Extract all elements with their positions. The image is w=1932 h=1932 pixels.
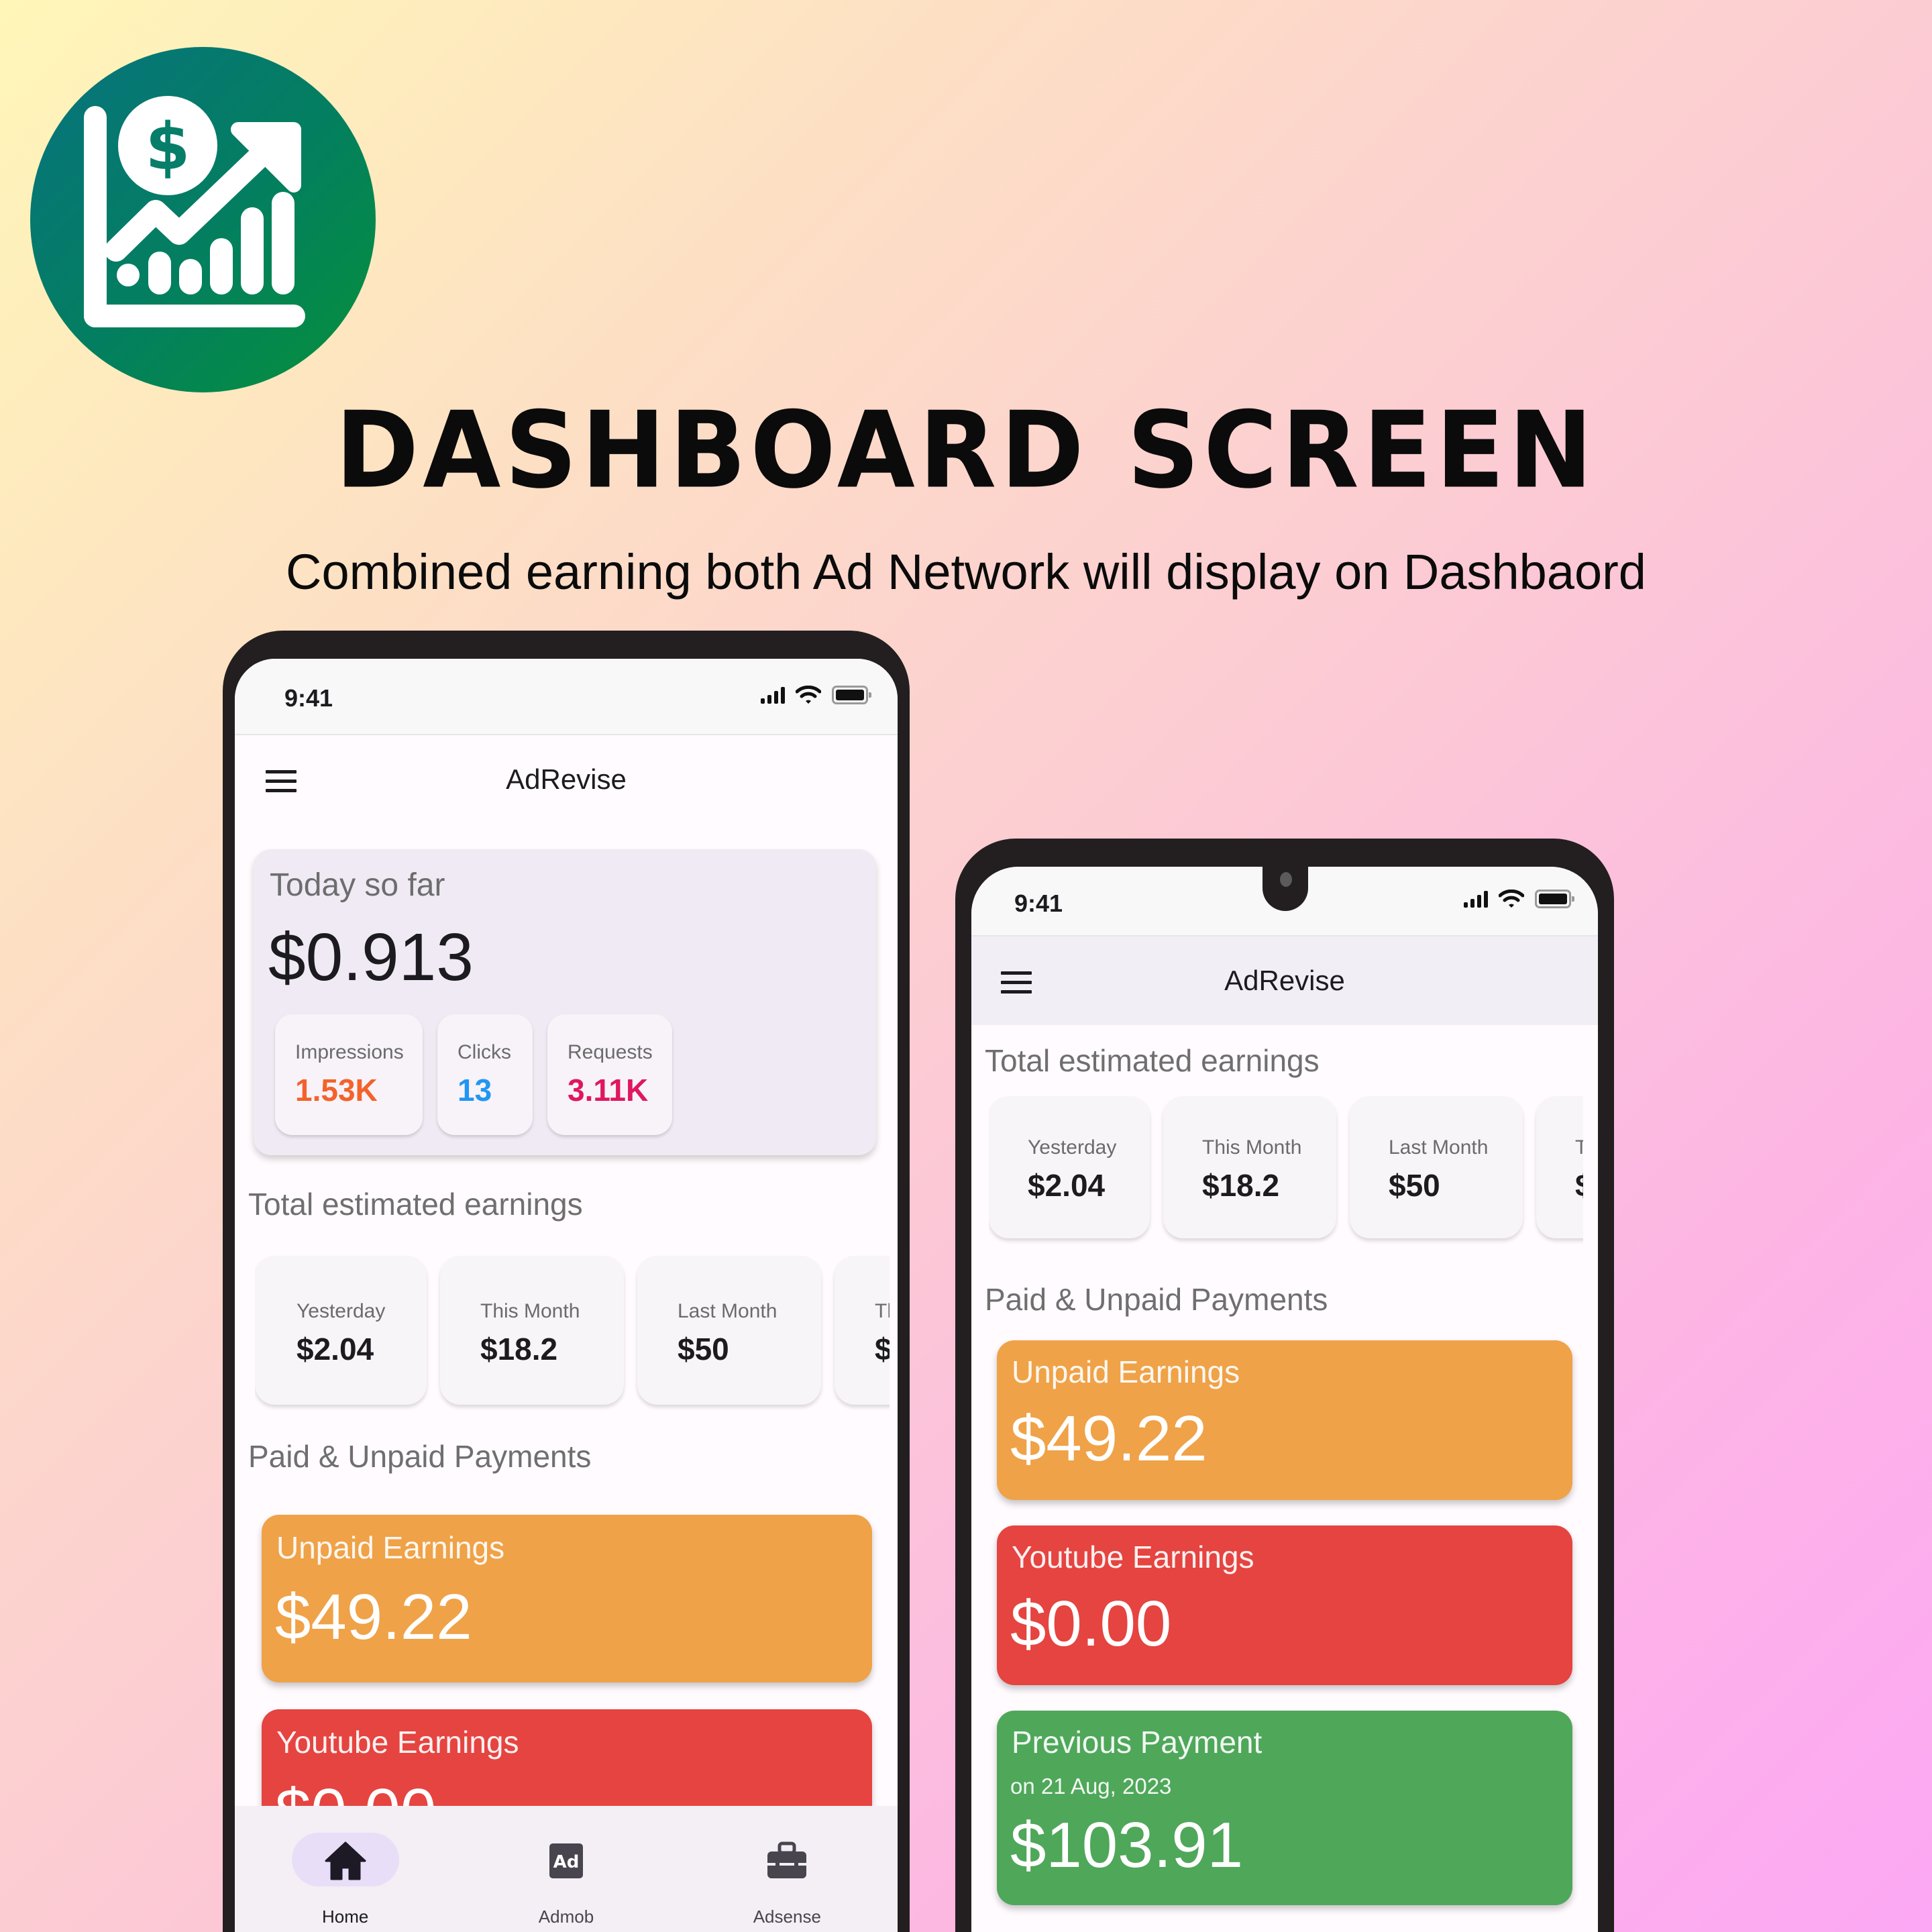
total-card-last-month[interactable]: Last Month $50 [637, 1256, 821, 1405]
stat-value: 13 [458, 1073, 492, 1108]
card-label: Unpaid Earnings [276, 1530, 505, 1565]
requests-stat: Requests 3.11K [547, 1014, 672, 1135]
bottom-navigation: Home Ad Admob Adsense [235, 1806, 898, 1932]
signal-icon [761, 686, 785, 704]
stat-value: 1.53K [295, 1073, 378, 1108]
app-bar: AdRevise [971, 936, 1598, 1025]
battery-icon [1535, 890, 1574, 908]
earnings-growth-chart-icon: $ [84, 96, 305, 327]
ad-icon: Ad [549, 1843, 583, 1878]
today-summary-card[interactable]: Today so far $0.913 Impressions 1.53K Cl… [254, 849, 876, 1155]
card-value: $18.2 [1202, 1168, 1280, 1203]
app-logo: $ [30, 47, 376, 392]
card-value: $2.04 [297, 1332, 374, 1366]
unpaid-earnings-card[interactable]: Unpaid Earnings $49.22 [997, 1340, 1572, 1500]
app-bar: AdRevise [235, 735, 898, 828]
banner-subtitle: Combined earning both Ad Network will di… [286, 544, 1646, 600]
nav-adsense[interactable]: Adsense [677, 1806, 898, 1932]
total-card-partial[interactable]: Th $ [835, 1256, 890, 1405]
nav-label: Adsense [753, 1907, 821, 1927]
svg-text:$: $ [146, 109, 191, 184]
totals-carousel[interactable]: Yesterday $2.04 This Month $18.2 Last Mont… [255, 1256, 890, 1417]
card-value: $2.04 [1028, 1168, 1106, 1203]
home-icon [325, 1841, 366, 1880]
banner-title: DASHBOARD SCREEN [335, 389, 1597, 513]
stat-label: Requests [568, 1041, 653, 1063]
totals-carousel[interactable]: Yesterday $2.04 This Month $18.2 Last Mont… [989, 1096, 1583, 1250]
phone-screen: 9:41 AdRevise Today so far $0.913 Impres… [235, 659, 898, 1932]
card-value: $103.91 [1010, 1809, 1244, 1881]
today-amount: $0.913 [268, 920, 474, 995]
card-value: $50 [1389, 1168, 1440, 1203]
payments-heading: Paid & Unpaid Payments [985, 1282, 1328, 1317]
status-time: 9:41 [284, 684, 333, 712]
payments-heading: Paid & Unpaid Payments [248, 1439, 592, 1474]
youtube-earnings-card[interactable]: Youtube Earnings $0.00 [997, 1525, 1572, 1685]
signal-icon [1464, 890, 1488, 908]
svg-text:Ad: Ad [553, 1852, 580, 1872]
total-card-this-month[interactable]: This Month $18.2 [440, 1256, 624, 1405]
totals-heading: Total estimated earnings [985, 1043, 1320, 1078]
total-card-partial[interactable]: Th $ [1536, 1096, 1583, 1238]
battery-icon [832, 686, 871, 704]
card-label: This Month [480, 1300, 580, 1322]
payment-date: on 21 Aug, 2023 [1010, 1774, 1172, 1799]
clicks-stat: Clicks 13 [437, 1014, 533, 1135]
unpaid-earnings-card[interactable]: Unpaid Earnings $49.22 [262, 1515, 872, 1682]
phone-mockup-left: 9:41 AdRevise Today so far $0.913 Impres… [223, 631, 910, 1932]
totals-heading: Total estimated earnings [248, 1187, 583, 1222]
card-value: $ [1575, 1167, 1583, 1203]
toolbox-icon [767, 1841, 807, 1878]
card-label: Youtube Earnings [276, 1725, 519, 1760]
nav-label: Home [321, 1907, 369, 1927]
impressions-stat: Impressions 1.53K [275, 1014, 423, 1135]
stat-value: 3.11K [568, 1073, 649, 1108]
card-label: Yesterday [1028, 1136, 1117, 1159]
today-label: Today so far [270, 867, 445, 903]
card-value: $50 [678, 1332, 729, 1366]
card-label: This Month [1202, 1136, 1302, 1159]
card-label: Previous Payment [1012, 1725, 1263, 1760]
stat-label: Impressions [295, 1041, 404, 1063]
status-bar: 9:41 [235, 659, 898, 735]
stat-label: Clicks [458, 1041, 511, 1063]
app-title: AdRevise [506, 763, 627, 795]
card-value: $49.22 [275, 1581, 472, 1653]
card-label: Unpaid Earnings [1012, 1354, 1240, 1389]
wifi-icon [796, 686, 821, 704]
card-label: Yesterday [297, 1300, 386, 1322]
card-value: $ [875, 1332, 890, 1366]
previous-payment-card[interactable]: Previous Payment on 21 Aug, 2023 $103.91 [997, 1711, 1572, 1905]
total-card-last-month[interactable]: Last Month $50 [1350, 1096, 1523, 1238]
status-time: 9:41 [1014, 890, 1063, 917]
total-card-yesterday[interactable]: Yesterday $2.04 [989, 1096, 1150, 1238]
total-card-this-month[interactable]: This Month $18.2 [1163, 1096, 1336, 1238]
card-label: Th [875, 1300, 890, 1322]
nav-home[interactable]: Home [235, 1806, 455, 1932]
wifi-icon [1499, 890, 1524, 908]
card-label: Youtube Earnings [1012, 1540, 1254, 1574]
nav-admob[interactable]: Ad Admob [455, 1806, 676, 1932]
app-title: AdRevise [1224, 965, 1345, 996]
card-value: $0.00 [1010, 1588, 1172, 1660]
nav-label: Admob [538, 1907, 594, 1927]
card-label: Th [1575, 1136, 1583, 1159]
total-card-yesterday[interactable]: Yesterday $2.04 [255, 1256, 427, 1405]
phone-screen: 9:41 AdRevise Total estimated earnings Y… [971, 867, 1598, 1932]
phone-mockup-right: 9:41 AdRevise Total estimated earnings Y… [955, 839, 1614, 1932]
card-value: $18.2 [480, 1332, 558, 1366]
camera-punch-hole [1263, 867, 1308, 911]
card-label: Last Month [1389, 1136, 1489, 1159]
card-label: Last Month [678, 1300, 777, 1322]
card-value: $49.22 [1010, 1403, 1208, 1474]
